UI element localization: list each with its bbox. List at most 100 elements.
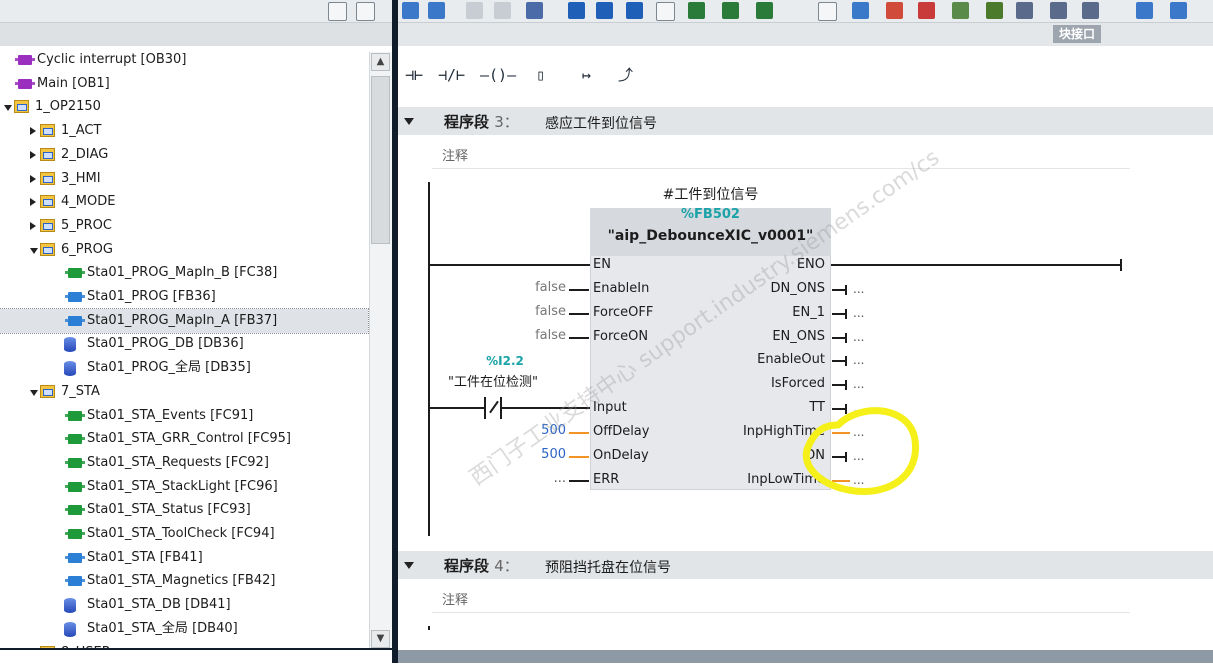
tree-item-label: 1_OP2150 [35, 99, 101, 115]
toolbar-clear-icon[interactable] [918, 2, 935, 19]
tree-item[interactable]: Sta01_STA_Events [FC91] [0, 404, 368, 428]
network-4-header[interactable]: 程序段 4： 预阻挡托盘在位信号 [398, 551, 1213, 579]
toolbar-nav2-icon[interactable] [1050, 2, 1067, 19]
tree-item[interactable]: Sta01_STA_ToolCheck [FC94] [0, 522, 368, 546]
expanded-triangle-icon[interactable] [30, 247, 38, 254]
tree-item[interactable]: Main [OB1] [0, 72, 368, 96]
network-3-header[interactable]: 程序段 3： 感应工件到位信号 [398, 107, 1213, 135]
tree-item[interactable]: 6_PROG [0, 238, 368, 262]
toolbar-abs-icon[interactable] [688, 2, 705, 19]
eno-wire [831, 264, 1121, 266]
toolbar-nav3-icon[interactable] [1082, 2, 1099, 19]
tree-item[interactable]: Sta01_STA_StackLight [FC96] [0, 475, 368, 499]
tree-item[interactable]: Sta01_STA_GRR_Control [FC95] [0, 427, 368, 451]
network-4-comment[interactable]: 注释 [432, 584, 1130, 613]
tree-item[interactable]: 1_OP2150 [0, 95, 368, 119]
offdelay-value[interactable]: 500 [500, 423, 566, 438]
toolbar-nav4-icon[interactable] [1136, 2, 1153, 19]
enablein-value[interactable]: false [500, 280, 566, 295]
coil-icon[interactable]: –()– [480, 56, 516, 94]
toolbar-info-icon[interactable] [756, 2, 773, 19]
ondelay-value[interactable]: 500 [500, 447, 566, 462]
tree-item[interactable]: 1_ACT [0, 119, 368, 143]
dn-ons-operand[interactable]: ... [853, 282, 864, 296]
isforced-operand[interactable]: ... [853, 377, 864, 391]
tree-item[interactable]: 2_DIAG [0, 143, 368, 167]
collapsed-triangle-icon[interactable] [30, 221, 36, 230]
collapse-caret-icon[interactable] [404, 562, 414, 569]
expanded-triangle-icon[interactable] [30, 389, 38, 396]
toolbar-nav5-icon[interactable] [1170, 2, 1187, 19]
toolbar-table-button[interactable] [356, 2, 375, 21]
tree-item[interactable]: Sta01_PROG [FB36] [0, 285, 368, 309]
tree-item[interactable]: Sta01_PROG_DB [DB36] [0, 332, 368, 356]
network-number: 3： [494, 113, 519, 131]
block-interface-button[interactable]: 块接口 [1053, 25, 1102, 43]
tree-item[interactable]: Sta01_STA_Status [FC93] [0, 498, 368, 522]
forceon-value[interactable]: false [500, 328, 566, 343]
tree-item[interactable]: 5_PROC [0, 214, 368, 238]
network-3-description[interactable]: 感应工件到位信号 [545, 113, 657, 133]
en-1-operand[interactable]: ... [853, 306, 864, 320]
collapse-caret-icon[interactable] [404, 118, 414, 125]
toolbar-list-icon[interactable] [568, 2, 585, 19]
empty-box-icon[interactable]: ▯ [536, 56, 545, 94]
network-3-comment[interactable]: 注释 [432, 140, 1130, 169]
toolbar-compile-icon[interactable] [402, 2, 419, 19]
toolbar-download-icon[interactable] [428, 2, 445, 19]
toolbar-sym-icon[interactable] [722, 2, 739, 19]
fb-block-icon [65, 552, 85, 563]
tree-item[interactable]: Sta01_PROG_MapIn_B [FC38] [0, 261, 368, 285]
tree-item[interactable]: 3_HMI [0, 167, 368, 191]
collapsed-triangle-icon[interactable] [30, 127, 36, 136]
toolbar-list3-icon[interactable] [626, 2, 643, 19]
tree-item[interactable]: Sta01_STA_Requests [FC92] [0, 451, 368, 475]
tree-item[interactable]: Sta01_STA_DB [DB41] [0, 593, 368, 617]
toolbar-branch-icon[interactable] [526, 2, 543, 19]
tree-item[interactable]: 4_MODE [0, 190, 368, 214]
forceoff-value[interactable]: false [500, 304, 566, 319]
network-4-description[interactable]: 预阻挡托盘在位信号 [545, 557, 671, 577]
expanded-triangle-icon[interactable] [4, 105, 12, 112]
fb-block-icon [65, 576, 85, 587]
toolbar-list2-icon[interactable] [596, 2, 613, 19]
tree-item[interactable]: Sta01_PROG_MapIn_A [FB37] [0, 307, 369, 334]
toolbar-view-button[interactable] [328, 2, 347, 21]
en-ons-operand[interactable]: ... [853, 330, 864, 344]
scroll-down-button[interactable]: ▼ [371, 630, 390, 648]
tree-item[interactable]: Sta01_STA_Magnetics [FB42] [0, 569, 368, 593]
tree-item[interactable]: Sta01_STA [FB41] [0, 546, 368, 570]
tree-item[interactable]: Sta01_STA_全局 [DB40] [0, 617, 368, 641]
toolbar-nav1-icon[interactable] [1016, 2, 1033, 19]
toolbar-stop-icon[interactable] [886, 2, 903, 19]
collapsed-triangle-icon[interactable] [30, 150, 36, 159]
collapsed-triangle-icon[interactable] [30, 174, 36, 183]
open-branch-icon[interactable]: ↦ [582, 56, 591, 94]
scroll-up-button[interactable]: ▲ [371, 53, 390, 71]
tree-item-label: Sta01_STA_DB [DB41] [87, 597, 231, 613]
project-tree: Cyclic interrupt [OB30] Main [OB1] 1_OP215… [0, 46, 369, 660]
toolbar-shield-icon[interactable] [986, 2, 1003, 19]
fb-instance-label[interactable]: #工件到位信号 [590, 184, 831, 204]
tree-scroll-thumb[interactable] [371, 76, 390, 244]
toolbar-delete-network-icon[interactable] [494, 2, 511, 19]
close-branch-icon[interactable]: ⤴ [618, 56, 633, 94]
err-value[interactable]: ... [500, 471, 566, 486]
tree-item[interactable]: Cyclic interrupt [OB30] [0, 48, 368, 72]
nc-contact-icon[interactable]: ⊣/⊢ [438, 56, 465, 94]
toolbar-comment-button[interactable] [656, 2, 675, 21]
no-contact-icon[interactable]: ⊣⊢ [405, 56, 423, 94]
enableout-operand[interactable]: ... [853, 353, 864, 367]
toolbar-goto-icon[interactable] [952, 2, 969, 19]
pin-input: Input [593, 400, 627, 415]
pin-offdelay: OffDelay [593, 424, 650, 439]
contact-address: %I2.2 [486, 354, 524, 368]
fb-name[interactable]: "aip_DebounceXIC_v0001" [590, 228, 831, 244]
tree-item[interactable]: 7_STA [0, 380, 368, 404]
collapsed-triangle-icon[interactable] [30, 198, 36, 207]
contact-symbol[interactable]: "工件在位检测" [448, 371, 578, 390]
toolbar-insert-network-icon[interactable] [466, 2, 483, 19]
toolbar-monitor-icon[interactable] [852, 2, 869, 19]
tree-item[interactable]: Sta01_PROG_全局 [DB35] [0, 356, 368, 380]
toolbar-favorites-button[interactable] [818, 2, 837, 21]
